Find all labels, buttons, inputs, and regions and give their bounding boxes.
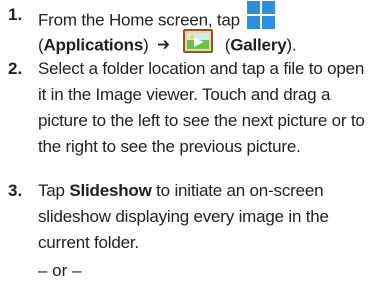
step-3-line-1: Tap Slideshow to initiate an on-screen <box>38 178 373 204</box>
step-2-line: picture to the left to see the next pict… <box>38 111 365 130</box>
step-body: From the Home screen, tap (Applications)… <box>38 1 373 54</box>
step-number: 1. <box>8 5 23 24</box>
manual-page: 1. From the Home screen, tap (Applicatio… <box>0 0 373 287</box>
gallery-label: Gallery <box>230 35 287 55</box>
step-number: 3. <box>8 181 23 200</box>
step-1-line-2: (Applications) ➔ (Gallery). <box>38 28 373 54</box>
step-2-line: it in the Image viewer. Touch and drag a <box>38 85 331 104</box>
step-body: Select a folder location and tap a file … <box>38 56 373 160</box>
paren: ) <box>143 35 149 55</box>
arrow-icon: ➔ <box>157 35 170 55</box>
step-number: 2. <box>8 59 23 78</box>
applications-label: Applications <box>43 35 144 55</box>
or-separator: – or – <box>38 261 82 280</box>
step-text: Tap <box>38 181 70 200</box>
step-2-line: Select a folder location and tap a file … <box>38 59 365 78</box>
step-3-line: current folder. <box>38 233 139 252</box>
step-text: to initiate an on-screen <box>151 181 324 200</box>
slideshow-label: Slideshow <box>69 181 152 200</box>
step-2-line: the right to see the previous picture. <box>38 137 301 156</box>
step-3-line: slideshow displaying every image in the <box>38 207 329 226</box>
step-1-line-1: From the Home screen, tap <box>38 1 373 29</box>
paren: ). <box>286 35 297 55</box>
step-body: Tap Slideshow to initiate an on-screen s… <box>38 178 373 256</box>
